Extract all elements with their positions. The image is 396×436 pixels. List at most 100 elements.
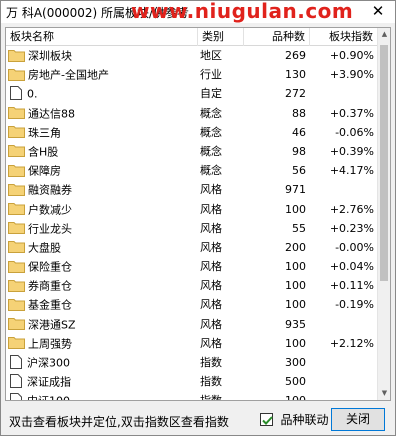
table-row[interactable]: 上周强势 风格 100 +2.12% [6,334,378,353]
table-row[interactable]: 房地产-全国地产 行业 130 +3.90% [6,65,378,84]
index-change [310,391,378,400]
index-change: +0.23% [329,221,374,235]
sector-name: 保障房 [28,164,61,178]
sector-name-cell: 保险重仓 [8,257,198,276]
sector-name: 深港通SZ [28,318,76,332]
table-row[interactable]: 含H股 概念 98 +0.39% [6,142,378,161]
stock-count: 300 [285,356,306,369]
index-change [310,315,378,334]
table-row[interactable]: 行业龙头 风格 55 +0.23% [6,219,378,238]
folder-icon [8,260,25,273]
sector-type: 风格 [200,183,222,197]
sector-type: 风格 [200,240,222,254]
link-stocks-toggle[interactable]: 品种联动 [260,411,329,429]
sector-type: 风格 [200,260,222,274]
vertical-scrollbar[interactable]: ▲ ▼ [377,28,390,400]
sector-type: 概念 [200,144,222,158]
sector-type: 风格 [200,298,222,312]
sector-type: 风格 [200,279,222,293]
sector-name-cell: 基金重仓 [8,295,198,314]
stock-count: 100 [285,202,306,216]
table-row[interactable]: 深证成指 指数 500 [6,372,378,391]
window-close-icon[interactable]: ✕ [369,2,387,20]
folder-icon [8,241,25,254]
sector-name: 大盘股 [28,241,61,255]
list-rows: 深圳板块 地区 269 +0.90% 房地产-全国地产 行业 130 +3.90% 0. 自定 27… [6,46,378,401]
index-change: +0.39% [329,144,374,158]
status-hint: 双击查看板块并定位,双击指数区查看指数 [9,415,229,429]
stock-count: 272 [285,87,306,101]
folder-icon [8,337,25,350]
sector-name: 深证成指 [27,375,71,389]
stock-count: 55 [292,221,306,235]
table-row[interactable]: 深港通SZ 风格 935 [6,315,378,334]
index-change: -0.06% [335,125,374,139]
sector-name-cell: 融资融券 [8,180,198,199]
table-row[interactable]: 沪深300 指数 300 [6,353,378,372]
table-row[interactable]: 珠三角 概念 46 -0.06% [6,123,378,142]
index-change: +4.17% [329,164,374,178]
folder-icon [8,68,25,81]
sector-name: 通达信88 [28,107,75,121]
stock-count: 46 [292,125,306,139]
sector-type: 概念 [200,164,222,178]
sector-name-cell: 深港通SZ [8,315,198,334]
folder-icon [8,222,25,235]
folder-icon [8,318,25,331]
sector-type: 指数 [200,394,222,401]
sector-type: 地区 [200,49,222,62]
index-change [310,180,378,199]
table-row[interactable]: 0. 自定 272 [6,84,378,103]
folder-icon [8,145,25,158]
scroll-up-icon[interactable]: ▲ [378,28,390,41]
sector-type: 行业 [200,68,222,82]
table-row[interactable]: 基金重仓 风格 100 -0.19% [6,295,378,314]
sector-type: 风格 [200,317,222,331]
folder-icon [8,279,25,292]
table-row[interactable]: 中证100 指数 100 [6,391,378,401]
document-icon [10,86,22,101]
table-row[interactable]: 保障房 概念 56 +4.17% [6,161,378,180]
stock-count: 100 [285,260,306,274]
table-row[interactable]: 保险重仓 风格 100 +0.04% [6,257,378,276]
stock-count: 98 [292,144,306,158]
sector-name-cell: 户数减少 [8,200,198,219]
scroll-down-icon[interactable]: ▼ [378,387,390,400]
column-header-change[interactable]: 板块指数 [310,28,378,46]
table-row[interactable]: 通达信88 概念 88 +0.37% [6,104,378,123]
column-header-name[interactable]: 板块名称 [6,28,198,46]
checkmark-icon [262,416,273,425]
table-row[interactable]: 大盘股 风格 200 -0.00% [6,238,378,257]
table-row[interactable]: 户数减少 风格 100 +2.76% [6,200,378,219]
sector-name-cell: 大盘股 [8,238,198,257]
link-stocks-checkbox[interactable] [260,413,273,426]
sector-name: 中证100 [27,395,70,400]
stock-count: 971 [285,183,306,197]
sector-name-cell: 保障房 [8,161,198,180]
sector-type: 指数 [200,356,222,369]
sector-name: 深圳板块 [28,49,72,63]
folder-icon [8,107,25,120]
index-change: +0.37% [329,106,374,120]
document-icon [10,374,22,389]
table-row[interactable]: 融资融券 风格 971 [6,180,378,199]
sector-name: 房地产-全国地产 [28,68,109,82]
sector-name-cell: 房地产-全国地产 [8,65,198,84]
sector-list[interactable]: 板块名称 类别 品种数 板块指数 深圳板块 地区 269 +0.90% 房地产-全国地产… [5,27,391,401]
index-change: +2.12% [329,336,374,350]
table-row[interactable]: 券商重仓 风格 100 +0.11% [6,276,378,295]
sector-info-dialog: 万 科A(000002) 所属板块/供参考 www.niugulan.com ✕… [0,0,396,436]
close-button[interactable]: 关闭 [331,408,385,431]
index-change: +0.90% [329,49,374,62]
column-header-type[interactable]: 类别 [198,28,244,46]
scrollbar-thumb[interactable] [380,45,388,281]
index-change: +2.76% [329,202,374,216]
title-bar[interactable]: 万 科A(000002) 所属板块/供参考 www.niugulan.com ✕ [1,0,395,23]
sector-type: 风格 [200,221,222,235]
folder-icon [8,49,25,62]
column-header-count[interactable]: 品种数 [244,28,310,46]
sector-type: 指数 [200,375,222,389]
index-change [310,372,378,391]
table-row[interactable]: 深圳板块 地区 269 +0.90% [6,46,378,65]
document-icon [10,393,22,400]
